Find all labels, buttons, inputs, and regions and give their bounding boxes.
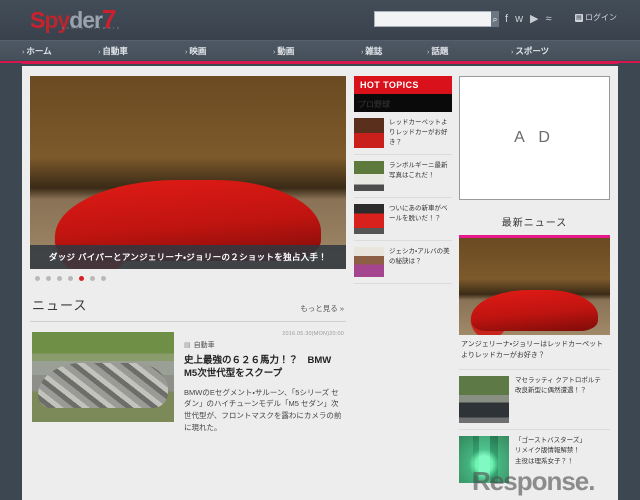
news-section-title: ニュース bbox=[32, 295, 87, 314]
search-input[interactable] bbox=[374, 11, 491, 27]
hero-dot[interactable] bbox=[90, 276, 95, 281]
hero-dot[interactable] bbox=[35, 276, 40, 281]
nav-accent-bar bbox=[0, 61, 640, 64]
hero-caption: ダッジ バイパーとアンジェリーナ・ジョリーの２ショットを独占入手！ bbox=[30, 245, 346, 269]
chevron-right-icon: › bbox=[511, 49, 513, 56]
nav-label: 話題 bbox=[431, 46, 448, 56]
news-item-text: 「ゴーストバスターズ」 リメイク版情報解禁！ 主役は理系女子？！ bbox=[515, 436, 586, 483]
hero-image bbox=[30, 76, 346, 269]
chevron-right-icon: › bbox=[22, 49, 24, 56]
news-thumbnail bbox=[459, 376, 509, 423]
hero-pagination[interactable] bbox=[35, 276, 346, 281]
hot-topic-text: ジェシカ・アルバの美の秘訣は？ bbox=[389, 247, 452, 277]
hot-topic-thumbnail bbox=[354, 247, 384, 277]
hot-topics-title: HOT TOPICS bbox=[354, 76, 452, 94]
nav-item-movies[interactable]: ›映画 bbox=[185, 45, 273, 57]
article-category-label: 自動車 bbox=[194, 340, 215, 350]
hot-topic-item[interactable]: レッドカーペットよりレッドカーがお好き？ bbox=[354, 112, 452, 155]
logo-s: S bbox=[30, 7, 44, 33]
site-header: Spyder7 scoop network ⌕ f ᴡ ▶ ≈ ▤ ログイン bbox=[0, 0, 640, 40]
hero-slider[interactable]: ダッジ バイパーとアンジェリーナ・ジョリーの２ショットを独占入手！ bbox=[30, 76, 346, 269]
chevron-right-icon: › bbox=[185, 49, 187, 56]
hot-topic-item[interactable]: ついにあの新車がベールを脱いだ！？ bbox=[354, 198, 452, 241]
social-links: f ᴡ ▶ ≈ bbox=[505, 11, 552, 27]
hero-dot[interactable] bbox=[68, 276, 73, 281]
latest-news-item[interactable]: マセラッティ クアトロポルテ 改良新型に偶然遭遇！？ bbox=[459, 369, 610, 429]
main-column: ダッジ バイパーとアンジェリーナ・ジョリーの２ショットを独占入手！ ニュース も… bbox=[30, 76, 346, 433]
login-label: ログイン bbox=[585, 12, 617, 23]
rss-icon[interactable]: ≈ bbox=[545, 11, 551, 27]
chevron-right-icon: › bbox=[273, 49, 275, 56]
news-thumbnail bbox=[459, 436, 509, 483]
main-navigation: ›ホーム ›自動車 ›映画 ›動画 ›雑誌 ›話題 ›スポーツ bbox=[0, 40, 640, 60]
right-rail: A D 最新ニュース アンジェリーナ・ジョリーはレッドカーペットよりレッドカーが… bbox=[459, 76, 610, 489]
left-gutter bbox=[0, 63, 22, 500]
news-item-line2: 改良新型に偶然遭遇！？ bbox=[515, 386, 601, 396]
hero-dot[interactable] bbox=[101, 276, 106, 281]
nav-item-magazine[interactable]: ›雑誌 bbox=[361, 45, 427, 57]
hot-topic-text: レッドカーペットよりレッドカーがお好き？ bbox=[389, 118, 452, 148]
article-category[interactable]: ▤ 自動車 bbox=[184, 340, 344, 350]
news-item-text: マセラッティ クアトロポルテ 改良新型に偶然遭遇！？ bbox=[515, 376, 601, 423]
nav-label: 自動車 bbox=[102, 46, 128, 56]
nav-label: 雑誌 bbox=[365, 46, 382, 56]
hot-topics-banner[interactable]: プロ野球 bbox=[354, 94, 452, 112]
right-gutter bbox=[618, 63, 640, 500]
chevron-right-icon: › bbox=[98, 49, 100, 56]
article-title[interactable]: 史上最強の６２６馬力！？ BMW M5次世代型をスクープ bbox=[184, 355, 344, 381]
nav-item-videos[interactable]: ›動画 bbox=[273, 45, 361, 57]
nav-label: 映画 bbox=[189, 46, 206, 56]
page-root: Spyder7 scoop network ⌕ f ᴡ ▶ ≈ ▤ ログイン ›… bbox=[0, 0, 640, 500]
hot-topics-panel: HOT TOPICS プロ野球 レッドカーペットよりレッドカーがお好き？ ランボ… bbox=[354, 76, 452, 284]
news-item-line1: マセラッティ クアトロポルテ bbox=[515, 376, 601, 386]
hot-topic-text: ついにあの新車がベールを脱いだ！？ bbox=[389, 204, 452, 234]
latest-news-item[interactable]: 「ゴーストバスターズ」 リメイク版情報解禁！ 主役は理系女子？！ bbox=[459, 429, 610, 489]
hot-topic-item[interactable]: ランボルギーニ最新写真はこれだ！ bbox=[354, 155, 452, 198]
nav-item-topics[interactable]: ›話題 bbox=[427, 45, 511, 57]
news-item-line2: リメイク版情報解禁！ bbox=[515, 446, 586, 456]
article-body: 2016.05.30(MON)20:00 ▤ 自動車 史上最強の６２６馬力！？ … bbox=[184, 332, 344, 433]
hot-topic-thumbnail bbox=[354, 118, 384, 148]
chevron-right-icon: › bbox=[427, 49, 429, 56]
hero-dot-active[interactable] bbox=[79, 276, 84, 281]
nav-item-sports[interactable]: ›スポーツ bbox=[511, 45, 549, 57]
chevron-right-icon: › bbox=[361, 49, 363, 56]
lead-image bbox=[459, 238, 610, 335]
car-icon: ▤ bbox=[184, 341, 191, 349]
news-section-header: ニュース もっと見る » bbox=[30, 295, 346, 322]
content-area: ダッジ バイパーとアンジェリーナ・ジョリーの２ショットを独占入手！ ニュース も… bbox=[22, 66, 618, 500]
latest-news-title: 最新ニュース bbox=[459, 214, 610, 229]
hot-topic-text: ランボルギーニ最新写真はこれだ！ bbox=[389, 161, 452, 191]
article-thumbnail[interactable] bbox=[32, 332, 174, 422]
hot-topic-thumbnail bbox=[354, 204, 384, 234]
nav-label: 動画 bbox=[277, 46, 294, 56]
nav-label: スポーツ bbox=[515, 46, 549, 56]
youtube-icon[interactable]: ▶ bbox=[530, 11, 538, 27]
news-item-line3: 主役は理系女子？！ bbox=[515, 457, 586, 467]
hero-dot[interactable] bbox=[57, 276, 62, 281]
logo-tagline: scoop network bbox=[62, 25, 122, 30]
article-date: 2016.05.30(MON)20:00 bbox=[282, 331, 344, 337]
hot-topics-banner-text: プロ野球 bbox=[354, 100, 390, 109]
nav-item-home[interactable]: ›ホーム bbox=[22, 45, 98, 57]
article-description: BMWのEセグメント・サルーン、「5シリーズ セダン」のハイチューンモデル「M5… bbox=[184, 387, 344, 434]
hot-topic-thumbnail bbox=[354, 161, 384, 191]
hot-topic-item[interactable]: ジェシカ・アルバの美の秘訣は？ bbox=[354, 241, 452, 284]
news-more-link[interactable]: もっと見る » bbox=[300, 303, 344, 314]
advertisement-placeholder[interactable]: A D bbox=[459, 76, 610, 200]
twitter-icon[interactable]: ᴡ bbox=[515, 11, 523, 27]
nav-label: ホーム bbox=[26, 46, 51, 56]
lead-text: アンジェリーナ・ジョリーはレッドカーペットよりレッドカーがお好き？ bbox=[459, 335, 610, 369]
news-item-line1: 「ゴーストバスターズ」 bbox=[515, 436, 586, 446]
news-article[interactable]: 2016.05.30(MON)20:00 ▤ 自動車 史上最強の６２６馬力！？ … bbox=[30, 322, 346, 433]
latest-news-lead[interactable]: アンジェリーナ・ジョリーはレッドカーペットよりレッドカーがお好き？ bbox=[459, 235, 610, 369]
facebook-icon[interactable]: f bbox=[505, 11, 508, 27]
hero-dot[interactable] bbox=[46, 276, 51, 281]
user-card-icon: ▤ bbox=[575, 14, 583, 22]
nav-item-cars[interactable]: ›自動車 bbox=[98, 45, 185, 57]
search-box[interactable]: ⌕ bbox=[374, 11, 499, 27]
search-icon[interactable]: ⌕ bbox=[491, 11, 499, 27]
login-link[interactable]: ▤ ログイン bbox=[575, 12, 617, 23]
